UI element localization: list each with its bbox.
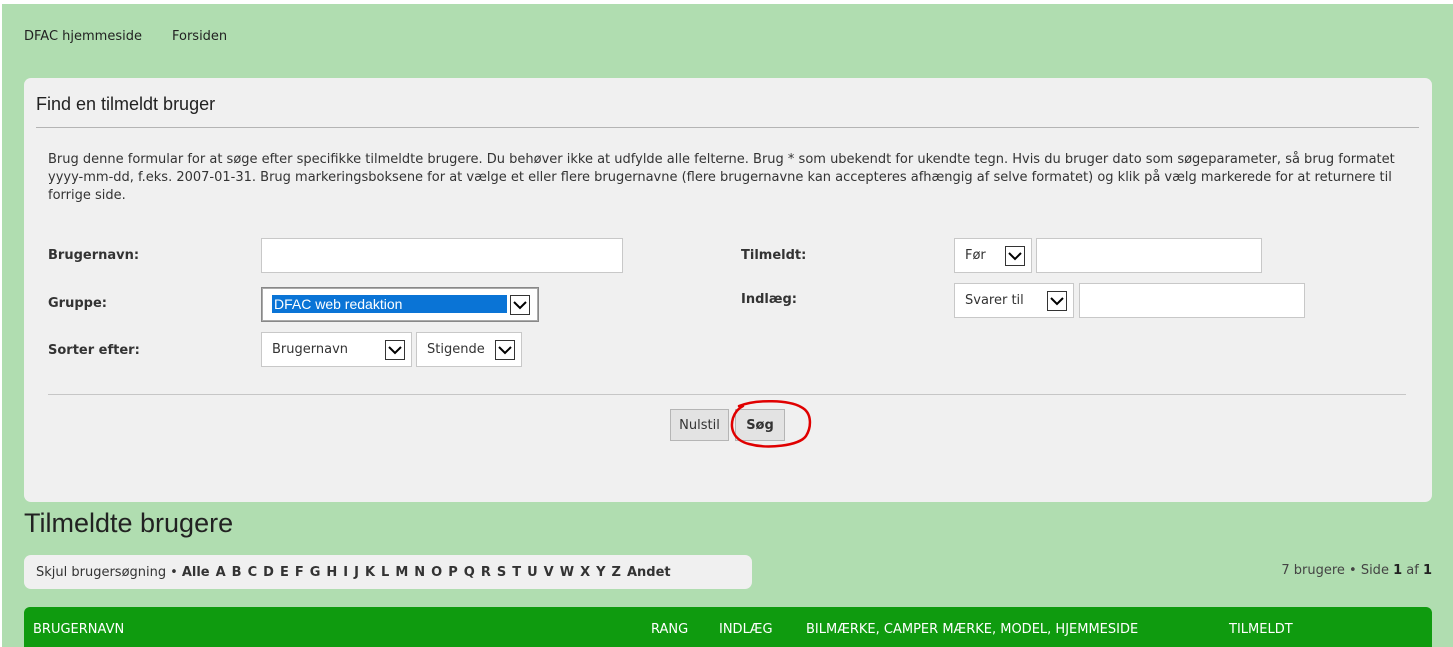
group-select[interactable]: DFAC web redaktion	[261, 287, 539, 322]
breadcrumb-separator	[142, 29, 172, 44]
joined-date-input[interactable]	[1036, 238, 1262, 273]
letter-link[interactable]: S	[497, 565, 506, 580]
letter-link[interactable]: I	[343, 565, 348, 580]
letter-link[interactable]: Andet	[627, 565, 671, 580]
breadcrumb-home-link[interactable]: DFAC hjemmeside	[24, 29, 142, 44]
letter-filter-bar: Skjul brugersøgning • Alle A B C D E F G H I J K L M N…	[24, 555, 752, 589]
posts-operator-select[interactable]: Svarer til	[954, 283, 1074, 318]
letter-links: Alle A B C D E F G H I J K L M N O P Q R S T U V W X Y Z Andet	[182, 565, 677, 580]
search-instructions: Brug denne formular for at søge efter sp…	[48, 152, 1395, 203]
chevron-down-icon	[1005, 246, 1025, 266]
letter-link[interactable]: U	[527, 565, 538, 580]
sort-field-select[interactable]: Brugernavn	[261, 332, 412, 367]
column-username[interactable]: BRUGERNAVN	[33, 622, 124, 637]
posts-operator-value: Svarer til	[965, 293, 1024, 308]
member-search-panel: Find en tilmeldt bruger Brug denne formu…	[24, 78, 1432, 502]
posts-count-input[interactable]	[1079, 283, 1305, 318]
pagination: 7 brugere • Side 1 af 1	[1281, 563, 1432, 578]
hide-search-link[interactable]: Skjul brugersøgning	[36, 565, 166, 580]
letter-link[interactable]: Y	[596, 565, 605, 580]
column-rank[interactable]: RANG	[651, 622, 688, 637]
letter-link[interactable]: P	[448, 565, 458, 580]
reset-button[interactable]: Nulstil	[670, 409, 729, 441]
letter-link[interactable]: B	[232, 565, 242, 580]
letter-link[interactable]: Alle	[182, 565, 210, 580]
letter-link[interactable]: M	[395, 565, 408, 580]
letter-link[interactable]: N	[414, 565, 425, 580]
breadcrumb: DFAC hjemmeside Forsiden	[24, 29, 227, 44]
search-button[interactable]: Søg	[735, 409, 785, 441]
joined-label: Tilmeldt:	[741, 248, 807, 263]
letter-link[interactable]: Q	[464, 565, 475, 580]
members-table-header: BRUGERNAVN RANG INDLÆG BILMÆRKE, CAMPER …	[24, 607, 1432, 647]
sort-order-value: Stigende	[427, 342, 485, 357]
top-border	[0, 0, 1453, 4]
chevron-down-icon	[495, 340, 515, 360]
sort-field-value: Brugernavn	[272, 342, 349, 357]
column-car-info[interactable]: BILMÆRKE, CAMPER MÆRKE, MODEL, HJEMMESID…	[806, 622, 1138, 637]
left-border	[0, 0, 2, 647]
letter-link[interactable]: J	[354, 565, 359, 580]
column-posts[interactable]: INDLÆG	[719, 622, 773, 637]
group-label: Gruppe:	[48, 296, 107, 311]
column-joined[interactable]: TILMELDT	[1229, 622, 1293, 637]
letter-link[interactable]: X	[580, 565, 590, 580]
member-count: 7 brugere • Side	[1281, 563, 1389, 578]
letter-link[interactable]: W	[560, 565, 574, 580]
sort-order-select[interactable]: Stigende	[416, 332, 522, 367]
letter-link[interactable]: L	[381, 565, 389, 580]
sort-label: Sorter efter:	[48, 343, 140, 358]
joined-operator-select[interactable]: Før	[954, 238, 1032, 273]
joined-operator-value: Før	[965, 248, 986, 263]
breadcrumb-forum-link[interactable]: Forsiden	[172, 29, 227, 44]
form-divider	[48, 394, 1406, 395]
letter-link[interactable]: H	[326, 565, 337, 580]
page-title: Tilmeldte brugere	[24, 508, 234, 538]
letter-link[interactable]: A	[216, 565, 226, 580]
letter-link[interactable]: E	[280, 565, 289, 580]
posts-label: Indlæg:	[741, 292, 797, 307]
panel-title: Find en tilmeldt bruger	[36, 94, 216, 114]
page-of-text: af	[1406, 563, 1419, 578]
letter-link[interactable]: O	[431, 565, 442, 580]
letter-link[interactable]: D	[263, 565, 274, 580]
letter-link[interactable]: Z	[612, 565, 621, 580]
panel-divider	[36, 127, 1419, 128]
bullet-separator: •	[170, 564, 178, 580]
letter-link[interactable]: V	[544, 565, 554, 580]
username-input[interactable]	[261, 238, 623, 273]
chevron-down-icon	[1047, 291, 1067, 311]
username-label: Brugernavn:	[48, 248, 140, 263]
current-page[interactable]: 1	[1393, 563, 1402, 578]
group-selected-value: DFAC web redaktion	[272, 295, 507, 313]
chevron-down-icon	[510, 295, 530, 315]
letter-link[interactable]: F	[295, 565, 304, 580]
letter-link[interactable]: R	[481, 565, 491, 580]
letter-link[interactable]: G	[310, 565, 321, 580]
letter-link[interactable]: C	[248, 565, 258, 580]
total-pages: 1	[1422, 563, 1432, 578]
chevron-down-icon	[385, 340, 405, 360]
letter-link[interactable]: K	[365, 565, 375, 580]
letter-link[interactable]: T	[512, 565, 521, 580]
